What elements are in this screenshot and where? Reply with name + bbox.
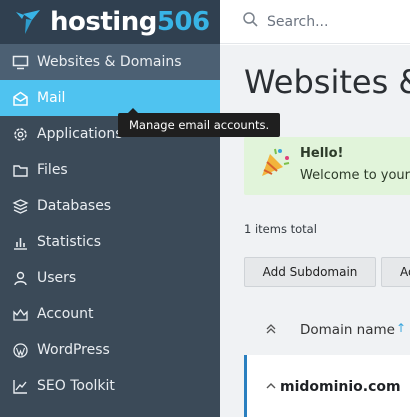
bar-chart-icon bbox=[12, 234, 29, 251]
items-total: 1 items total bbox=[244, 222, 317, 236]
search-icon bbox=[242, 11, 259, 32]
sidebar-item-databases[interactable]: Databases bbox=[0, 188, 220, 224]
folder-icon bbox=[12, 162, 29, 179]
row-collapse-icon[interactable] bbox=[265, 377, 277, 389]
welcome-message: Welcome to your hosting panel bbox=[300, 168, 410, 183]
top-bar bbox=[220, 0, 410, 44]
add-subdomain-button[interactable]: Add Subdomain bbox=[244, 257, 376, 287]
sidebar-item-label: Users bbox=[37, 270, 77, 286]
tooltip: Manage email accounts. bbox=[118, 108, 281, 137]
column-header-domain[interactable]: Domain name bbox=[300, 322, 395, 338]
search-input[interactable] bbox=[267, 13, 387, 30]
sidebar-item-label: Mail bbox=[37, 90, 66, 106]
sidebar-item-mail[interactable]: Mail bbox=[0, 80, 220, 116]
sidebar-item-label: Applications bbox=[37, 126, 123, 142]
sidebar-item-websites-domains[interactable]: Websites & Domains bbox=[0, 44, 220, 80]
sidebar-item-label: Account bbox=[37, 306, 94, 322]
sort-ascending-icon[interactable]: ↑ bbox=[396, 321, 406, 335]
wordpress-icon bbox=[12, 342, 29, 359]
monitor-icon bbox=[12, 54, 29, 71]
sidebar-item-label: WordPress bbox=[37, 342, 110, 358]
welcome-banner: Hello! Welcome to your hosting panel bbox=[244, 137, 410, 195]
sidebar-item-account[interactable]: Account bbox=[0, 296, 220, 332]
gear-icon bbox=[12, 126, 29, 143]
sidebar-item-seo-toolkit[interactable]: SEO Toolkit bbox=[0, 368, 220, 404]
welcome-title: Hello! bbox=[300, 146, 344, 161]
sidebar-item-label: Files bbox=[37, 162, 68, 178]
account-icon bbox=[12, 306, 29, 323]
collapse-all-icon[interactable] bbox=[264, 321, 278, 335]
main-content: Websites & Domains Hello! Welcome to you… bbox=[220, 45, 410, 417]
sidebar-item-label: SEO Toolkit bbox=[37, 378, 115, 394]
party-popper-icon bbox=[262, 148, 290, 176]
sidebar-item-label: Statistics bbox=[37, 234, 101, 250]
brand-logo[interactable]: hosting506 bbox=[0, 0, 220, 44]
sidebar-item-wordpress[interactable]: WordPress bbox=[0, 332, 220, 368]
sidebar-item-files[interactable]: Files bbox=[0, 152, 220, 188]
table-row[interactable]: midominio.com bbox=[244, 355, 410, 417]
add-domain-alias-button[interactable]: Add Domain Alias bbox=[381, 257, 410, 287]
domain-name-link[interactable]: midominio.com bbox=[280, 379, 401, 395]
table-header: Domain name ↑ bbox=[244, 307, 410, 351]
brand-name: hosting506 bbox=[50, 7, 210, 37]
sidebar-item-users[interactable]: Users bbox=[0, 260, 220, 296]
seo-chart-icon bbox=[12, 378, 29, 395]
database-icon bbox=[12, 198, 29, 215]
sidebar: hosting506 Websites & Domains Mail Appli… bbox=[0, 0, 220, 417]
mail-icon bbox=[12, 90, 29, 107]
sidebar-item-label: Websites & Domains bbox=[37, 54, 182, 70]
sidebar-item-label: Databases bbox=[37, 198, 112, 214]
brand-logo-icon bbox=[16, 10, 40, 34]
sidebar-item-statistics[interactable]: Statistics bbox=[0, 224, 220, 260]
user-icon bbox=[12, 270, 29, 287]
page-title: Websites & Domains bbox=[244, 63, 410, 101]
